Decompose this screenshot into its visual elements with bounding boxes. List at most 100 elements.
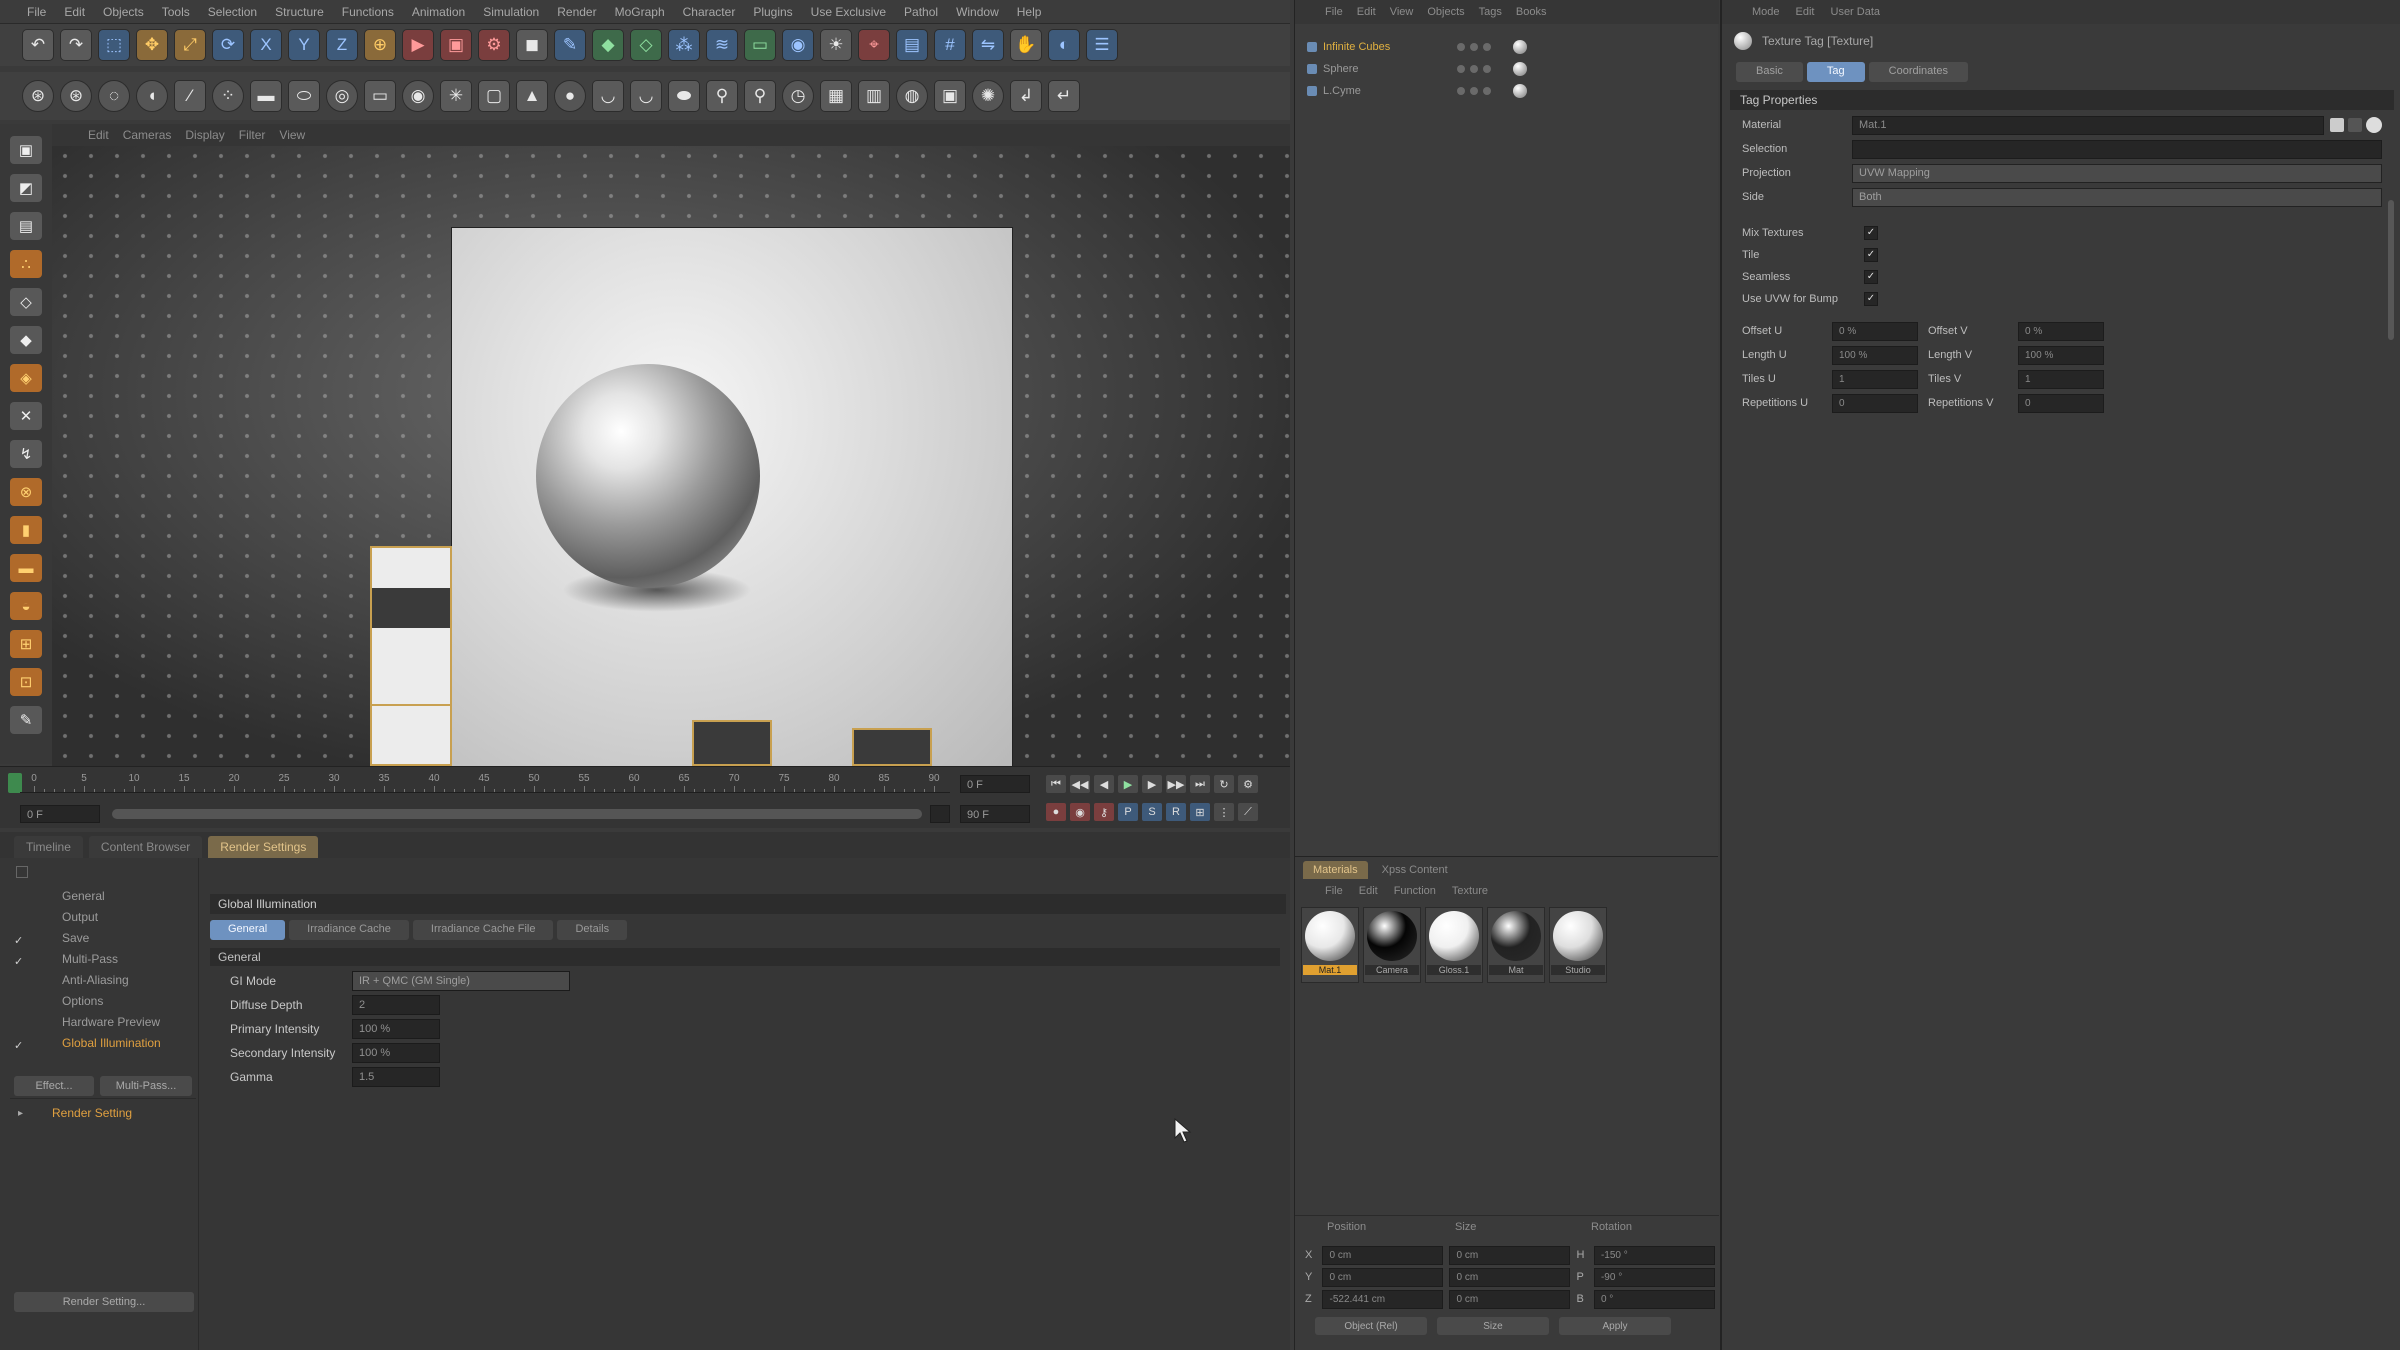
menu-item-functions[interactable]: Functions bbox=[333, 5, 403, 19]
z-axis-icon[interactable]: Z bbox=[326, 29, 358, 61]
edges-mode-icon[interactable]: ◇ bbox=[10, 288, 42, 316]
rotation-field[interactable]: -90 ° bbox=[1593, 1267, 1715, 1287]
object-menu-file[interactable]: File bbox=[1325, 6, 1343, 18]
attribute-menu-mode[interactable]: Mode bbox=[1752, 6, 1780, 18]
object-menu-tags[interactable]: Tags bbox=[1479, 6, 1502, 18]
camera-icon[interactable]: ◉ bbox=[782, 29, 814, 61]
pair-field-2[interactable]: 0 bbox=[2018, 393, 2104, 413]
snap-icon[interactable]: ⌖ bbox=[858, 29, 890, 61]
object-row[interactable]: Infinite Cubes bbox=[1307, 36, 1707, 58]
generator-icon[interactable]: ◇ bbox=[630, 29, 662, 61]
coordinate-button-size[interactable]: Size bbox=[1437, 1317, 1549, 1335]
render-settings-item[interactable]: Global Illumination ✓ bbox=[14, 1033, 200, 1054]
timeline-ruler[interactable]: 0 5 10 15 20 25 30 35 40 45 50 55 60 65 70 75 80 85 90 bbox=[20, 773, 950, 793]
live-select-icon[interactable]: ⬚ bbox=[98, 29, 130, 61]
floor-icon[interactable]: ▭ bbox=[744, 29, 776, 61]
material-swatch[interactable]: Gloss.1 bbox=[1425, 907, 1483, 983]
tab-timeline[interactable]: Timeline bbox=[14, 836, 83, 858]
lock-workplane-icon[interactable]: ▮ bbox=[10, 516, 42, 544]
material-tab[interactable]: Xpss Content bbox=[1371, 861, 1458, 879]
workplane-icon[interactable]: ▤ bbox=[896, 29, 928, 61]
current-frame-field[interactable]: 0 F bbox=[960, 775, 1030, 793]
position-field[interactable]: 0 cm bbox=[1322, 1267, 1444, 1287]
dotted-circle-icon[interactable]: ⁘ bbox=[212, 80, 244, 112]
go-to-start-icon[interactable]: ⏮ bbox=[1046, 775, 1066, 793]
object-name[interactable]: Sphere bbox=[1323, 63, 1358, 75]
object-menu-objects[interactable]: Objects bbox=[1427, 6, 1464, 18]
key-scale-icon[interactable]: S bbox=[1142, 803, 1162, 821]
object-menu-view[interactable]: View bbox=[1390, 6, 1414, 18]
key-rotation-icon[interactable]: R bbox=[1166, 803, 1186, 821]
subdivision-icon[interactable]: ◆ bbox=[592, 29, 624, 61]
render-settings-item[interactable]: Multi-Pass ✓ bbox=[14, 949, 200, 970]
pair-field-1[interactable]: 0 % bbox=[1832, 321, 1918, 341]
coord-system-icon[interactable]: ⊕ bbox=[364, 29, 396, 61]
pair-field-1[interactable]: 0 bbox=[1832, 393, 1918, 413]
sphere-icon[interactable]: ● bbox=[554, 80, 586, 112]
attribute-checkbox[interactable]: ✓ bbox=[1864, 226, 1878, 240]
object-name[interactable]: L.Cyme bbox=[1323, 85, 1361, 97]
previous-key-icon[interactable]: ◀◀ bbox=[1070, 775, 1090, 793]
gi-row-value[interactable]: IR + QMC (GM Single) bbox=[352, 971, 570, 991]
material-swatch[interactable]: Mat bbox=[1487, 907, 1545, 983]
material-swatch[interactable]: Studio bbox=[1549, 907, 1607, 983]
record-icon[interactable]: ● bbox=[1046, 803, 1066, 821]
grid-icon[interactable]: # bbox=[934, 29, 966, 61]
gear-round-icon[interactable]: ✺ bbox=[972, 80, 1004, 112]
rotate-icon[interactable]: ⟳ bbox=[212, 29, 244, 61]
key-position-icon[interactable]: P bbox=[1118, 803, 1138, 821]
lasso-icon[interactable]: ◌ bbox=[98, 80, 130, 112]
gi-tab-irradiance-cache[interactable]: Irradiance Cache bbox=[289, 920, 409, 940]
gi-tab-irradiance-cache-file[interactable]: Irradiance Cache File bbox=[412, 920, 554, 940]
attribute-scrollbar[interactable] bbox=[2388, 200, 2394, 340]
scale-icon[interactable]: ⤢ bbox=[174, 29, 206, 61]
viewport-menu-display[interactable]: Display bbox=[185, 128, 224, 142]
object-menu-edit[interactable]: Edit bbox=[1357, 6, 1376, 18]
menu-item-simulation[interactable]: Simulation bbox=[474, 5, 548, 19]
play-icon[interactable]: ▶ bbox=[1118, 775, 1138, 793]
sculpt-icon[interactable]: ✋ bbox=[1010, 29, 1042, 61]
target-icon[interactable]: ◉ bbox=[402, 80, 434, 112]
planar-workplane-icon[interactable]: ▬ bbox=[10, 554, 42, 582]
timeline-range-slider[interactable] bbox=[112, 809, 922, 819]
attribute-checkbox[interactable]: ✓ bbox=[1864, 292, 1878, 306]
attribute-tab-coordinates[interactable]: Coordinates bbox=[1868, 62, 1968, 82]
pair-field-2[interactable]: 0 % bbox=[2018, 321, 2104, 341]
snapping-icon[interactable]: ⊗ bbox=[10, 478, 42, 506]
tab-render-settings[interactable]: Render Settings bbox=[208, 836, 319, 858]
render-settings-item[interactable]: General bbox=[40, 886, 200, 907]
go-to-end-icon[interactable]: ⏭ bbox=[1190, 775, 1210, 793]
frame-icon[interactable]: ▣ bbox=[934, 80, 966, 112]
next-frame-icon[interactable]: ▶ bbox=[1142, 775, 1162, 793]
coordinate-button-apply[interactable]: Apply bbox=[1559, 1317, 1671, 1335]
render-settings-item[interactable]: Output bbox=[40, 907, 200, 928]
size-field[interactable]: 0 cm bbox=[1449, 1267, 1571, 1287]
coordinate-button-object-rel-[interactable]: Object (Rel) bbox=[1315, 1317, 1427, 1335]
gi-row-value[interactable]: 1.5 bbox=[352, 1067, 440, 1087]
viewport-menu-filter[interactable]: Filter bbox=[239, 128, 266, 142]
capsule-icon[interactable]: ⬭ bbox=[288, 80, 320, 112]
cone-icon[interactable]: ▲ bbox=[516, 80, 548, 112]
gi-row-value[interactable]: 100 % bbox=[352, 1043, 440, 1063]
pair-field-2[interactable]: 1 bbox=[2018, 369, 2104, 389]
texture-mode-icon[interactable]: ▤ bbox=[10, 212, 42, 240]
viewport-menu-view[interactable]: View bbox=[279, 128, 305, 142]
points-mode-icon[interactable]: ∴ bbox=[10, 250, 42, 278]
menu-item-help[interactable]: Help bbox=[1008, 5, 1051, 19]
menu-item-pathol[interactable]: Pathol bbox=[895, 5, 947, 19]
attribute-tab-tag[interactable]: Tag bbox=[1806, 62, 1865, 82]
menu-item-render[interactable]: Render bbox=[548, 5, 605, 19]
material-menu-texture[interactable]: Texture bbox=[1452, 885, 1488, 897]
pair-field-1[interactable]: 100 % bbox=[1832, 345, 1918, 365]
gi-tab-details[interactable]: Details bbox=[557, 920, 628, 940]
pill-icon[interactable]: ⬬ bbox=[668, 80, 700, 112]
object-name[interactable]: Infinite Cubes bbox=[1323, 41, 1390, 53]
end-frame-field[interactable]: 90 F bbox=[960, 805, 1030, 823]
timeline-settings-icon[interactable]: ⚙ bbox=[1238, 775, 1258, 793]
material-link-field[interactable]: Mat.1 bbox=[1852, 115, 2324, 135]
position-field[interactable]: 0 cm bbox=[1322, 1245, 1444, 1265]
uv-mode-icon[interactable]: ◈ bbox=[10, 364, 42, 392]
menu-item-window[interactable]: Window bbox=[947, 5, 1008, 19]
axis-mode-icon[interactable]: ✕ bbox=[10, 402, 42, 430]
material-swatch[interactable]: Camera bbox=[1363, 907, 1421, 983]
